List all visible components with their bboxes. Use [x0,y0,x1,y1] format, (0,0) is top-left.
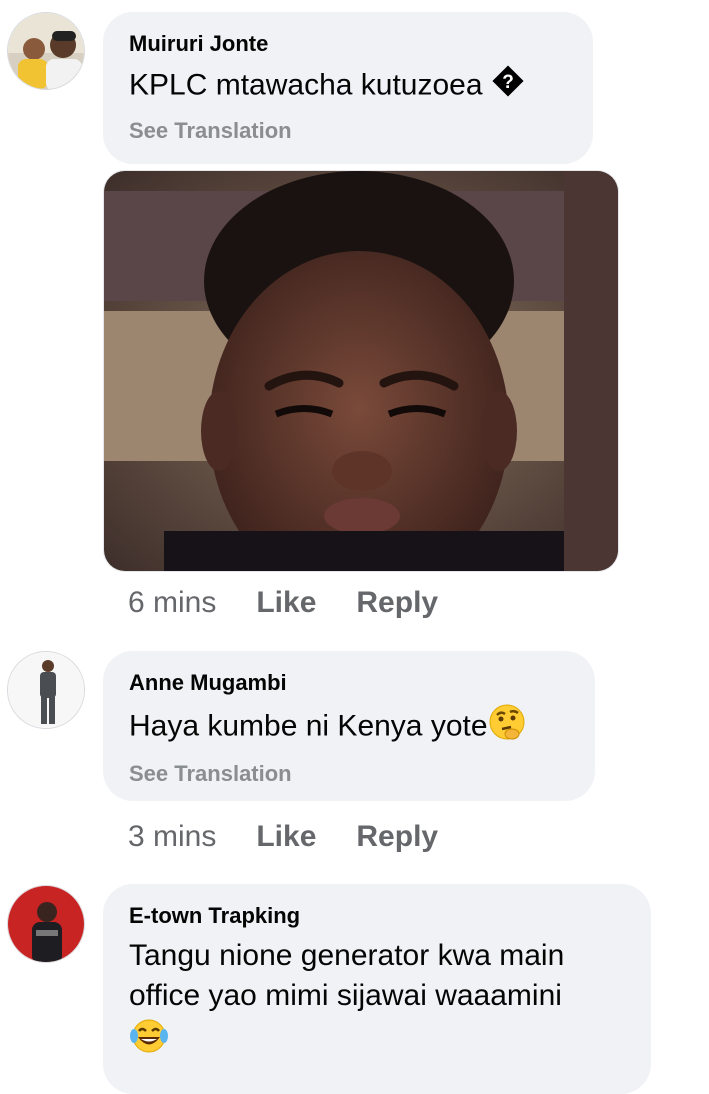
child-photo-icon [104,171,618,571]
comment-text-line: office yao mimi sijawai waaamini [129,979,562,1012]
comment-text: Haya kumbe ni Kenya yote [129,703,569,752]
comment-bubble[interactable]: Muiruri Jonte KPLC mtawacha kutuzoea ? S… [103,12,593,164]
like-button[interactable]: Like [256,820,316,854]
avatar[interactable] [7,12,85,90]
comment-bubble[interactable]: Anne Mugambi Haya kumbe ni Kenya yote Se… [103,651,595,801]
see-translation-link[interactable]: See Translation [129,117,567,145]
avatar-photo-icon [8,13,84,89]
avatar[interactable] [7,885,85,963]
comment-author[interactable]: E-town Trapking [129,902,625,930]
avatar-photo-icon [8,886,84,962]
see-translation-link[interactable]: See Translation [129,760,569,788]
comment-text-line: Tangu nione generator kwa main [129,939,565,972]
reply-button[interactable]: Reply [356,586,438,620]
comment-text: KPLC mtawacha kutuzoea ? [129,64,567,109]
comment-meta: 3 mins Like Reply [128,820,438,854]
comment-time[interactable]: 3 mins [128,820,216,854]
tears-of-joy-icon [129,1016,169,1067]
thinking-face-icon [488,703,526,752]
reply-button[interactable]: Reply [356,820,438,854]
comment-meta: 6 mins Like Reply [128,586,438,620]
question-diamond-icon: ? [491,64,525,109]
comment-bubble[interactable]: E-town Trapking Tangu nione generator kw… [103,884,651,1094]
comment-text-body: KPLC mtawacha kutuzoea [129,68,483,102]
comment-time[interactable]: 6 mins [128,586,216,620]
comment-author[interactable]: Muiruri Jonte [129,30,567,58]
like-button[interactable]: Like [256,586,316,620]
comment-author[interactable]: Anne Mugambi [129,669,569,697]
svg-text:?: ? [502,72,514,93]
avatar-photo-icon [8,652,84,728]
comment-photo[interactable] [103,170,619,572]
comment-text: Tangu nione generator kwa main office ya… [129,936,625,1067]
avatar[interactable] [7,651,85,729]
comment-text-body: Haya kumbe ni Kenya yote [129,709,488,743]
